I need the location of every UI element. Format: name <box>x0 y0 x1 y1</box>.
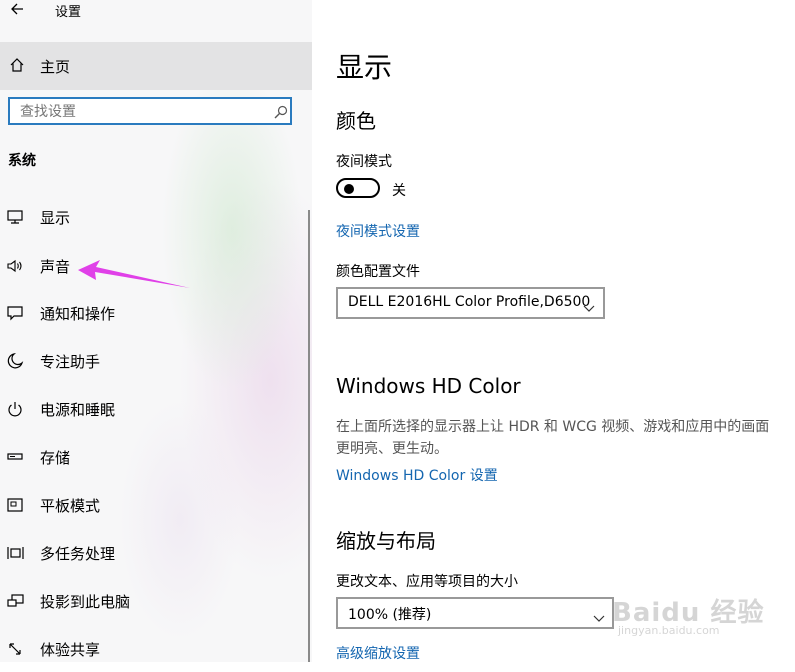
sidebar-item-label: 声音 <box>40 258 71 276</box>
hdr-heading: Windows HD Color <box>336 374 521 398</box>
scale-heading: 缩放与布局 <box>336 529 436 553</box>
advanced-scaling-link[interactable]: 高级缩放设置 <box>336 643 420 663</box>
home-icon <box>9 57 25 73</box>
sidebar-item-project[interactable]: 投影到此电脑 <box>0 578 308 624</box>
chevron-down-icon <box>593 608 605 622</box>
color-profile-select[interactable]: DELL E2016HL Color Profile,D6500 <box>336 287 605 319</box>
sidebar-item-label: 投影到此电脑 <box>40 593 131 611</box>
night-mode-label: 夜间模式 <box>336 154 392 170</box>
page-title: 显示 <box>336 51 393 84</box>
night-mode-state: 关 <box>392 183 406 199</box>
sidebar-item-label: 显示 <box>40 209 71 227</box>
main-content <box>312 0 795 662</box>
scale-size-label: 更改文本、应用等项目的大小 <box>336 574 518 590</box>
search-box[interactable] <box>8 97 292 125</box>
power-icon <box>6 400 26 418</box>
share-icon <box>6 640 26 658</box>
sidebar-item-display[interactable]: 显示 <box>0 194 308 240</box>
sidebar-item-label: 存储 <box>40 449 71 467</box>
sidebar-item-notifications[interactable]: 通知和操作 <box>0 290 308 336</box>
notification-icon <box>6 304 26 322</box>
sidebar-item-power[interactable]: 电源和睡眠 <box>0 386 308 432</box>
color-heading: 颜色 <box>336 109 376 133</box>
storage-icon <box>6 448 26 466</box>
monitor-icon <box>6 208 26 226</box>
back-arrow-icon[interactable] <box>8 0 28 20</box>
sidebar-item-multitasking[interactable]: 多任务处理 <box>0 530 308 576</box>
toggle-knob <box>344 184 354 194</box>
sidebar-item-label: 体验共享 <box>40 641 101 659</box>
project-icon <box>6 592 26 610</box>
search-input[interactable] <box>20 102 260 122</box>
chevron-down-icon <box>583 298 595 312</box>
color-profile-value: DELL E2016HL Color Profile,D6500 <box>348 294 591 310</box>
annotation-arrow <box>78 260 190 288</box>
tablet-icon <box>6 496 26 514</box>
app-title: 设置 <box>55 5 82 20</box>
sidebar-item-label: 电源和睡眠 <box>40 401 116 419</box>
hdr-description: 在上面所选择的显示器上让 HDR 和 WCG 视频、游戏和应用中的画面更明亮、更… <box>336 419 770 457</box>
hdr-settings-link[interactable]: Windows HD Color 设置 <box>336 465 498 485</box>
sidebar-item-focus-assist[interactable]: 专注助手 <box>0 338 308 384</box>
scale-value: 100% (推荐) <box>348 607 432 623</box>
sidebar: 设置 主页 系统 显示 声音 通知和操作 专注助手 <box>0 0 312 662</box>
night-mode-toggle[interactable] <box>336 178 380 198</box>
search-icon[interactable] <box>274 104 288 119</box>
moon-icon <box>6 352 26 370</box>
sidebar-item-label: 通知和操作 <box>40 305 116 323</box>
scale-select[interactable]: 100% (推荐) <box>336 597 614 629</box>
baidu-watermark: Baidu 经验 jingyan.baidu.com <box>612 592 792 642</box>
sidebar-scrollbar[interactable] <box>308 210 310 662</box>
night-mode-settings-link[interactable]: 夜间模式设置 <box>336 221 420 241</box>
sidebar-item-label: 平板模式 <box>40 497 101 515</box>
sidebar-item-shared-experiences[interactable]: 体验共享 <box>0 626 308 672</box>
sidebar-item-storage[interactable]: 存储 <box>0 434 308 480</box>
color-profile-label: 颜色配置文件 <box>336 264 420 280</box>
section-title: 系统 <box>8 153 36 169</box>
home-label: 主页 <box>40 58 71 76</box>
speaker-icon <box>6 257 26 275</box>
watermark-url: jingyan.baidu.com <box>618 624 720 637</box>
sidebar-item-tablet-mode[interactable]: 平板模式 <box>0 482 308 528</box>
sidebar-item-label: 多任务处理 <box>40 545 116 563</box>
multitask-icon <box>6 544 26 562</box>
sidebar-item-label: 专注助手 <box>40 353 101 371</box>
